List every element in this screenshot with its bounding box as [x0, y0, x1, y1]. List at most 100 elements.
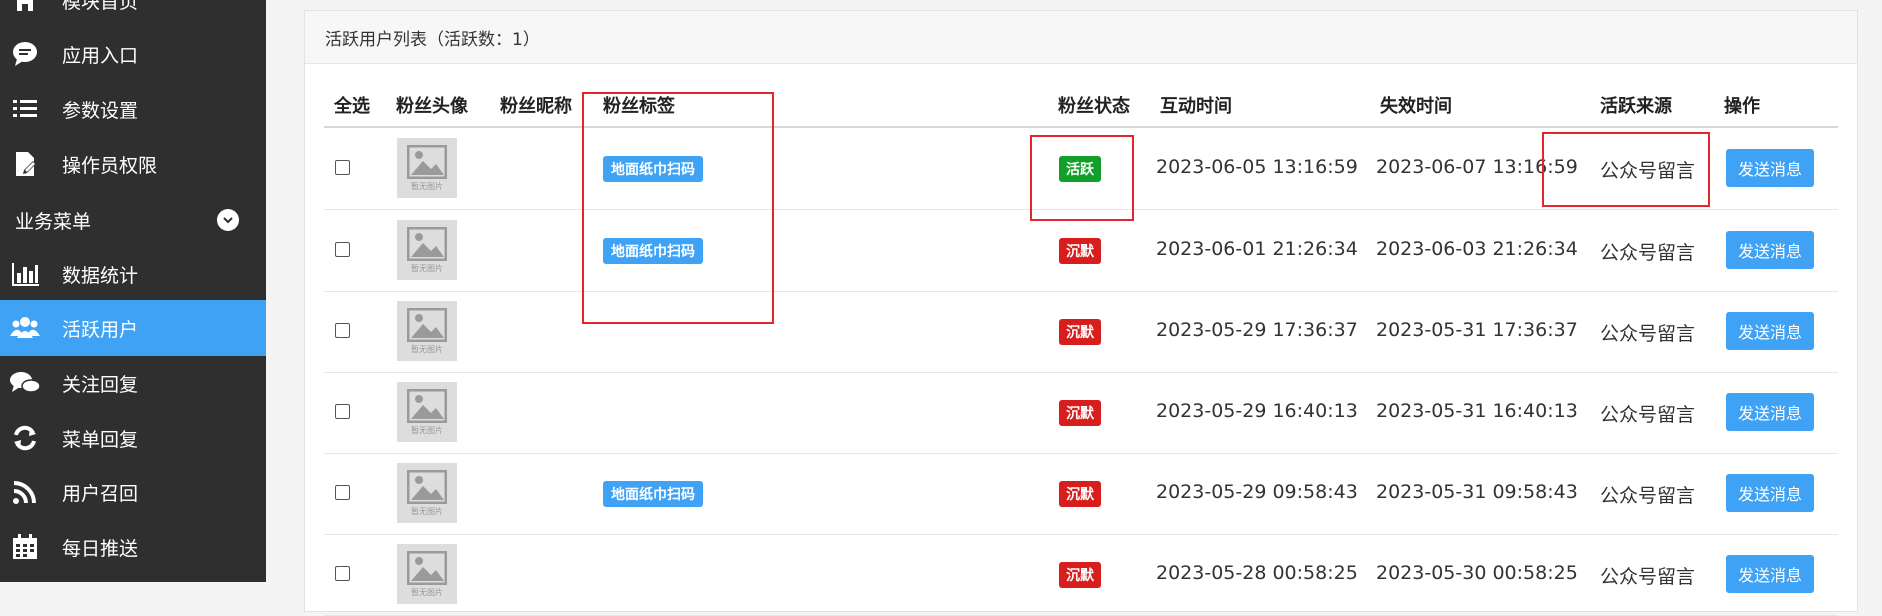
send-message-button[interactable]: 发送消息 [1726, 312, 1814, 350]
list-icon [8, 92, 42, 126]
avatar-header: 粉丝头像 [396, 96, 468, 117]
panel-title: 活跃用户列表（活跃数：1） [305, 11, 1857, 64]
sidebar: 模块首页 应用入口 参数设置 操作员权限 业务菜单 数据统计 活跃用户 关注回复… [0, 0, 266, 582]
avatar: 暂无图片 [397, 301, 457, 361]
expire-time: 2023-05-31 17:36:37 [1376, 319, 1578, 341]
sidebar-item-label: 每日推送 [62, 537, 139, 560]
image-placeholder-icon [407, 226, 447, 261]
sidebar-item-label: 应用入口 [62, 44, 139, 67]
send-message-button[interactable]: 发送消息 [1726, 231, 1814, 269]
send-message-button[interactable]: 发送消息 [1726, 474, 1814, 512]
send-message-button[interactable]: 发送消息 [1726, 555, 1814, 593]
sidebar-item-label: 菜单回复 [62, 428, 139, 451]
refresh-icon [8, 421, 42, 455]
image-placeholder-icon [407, 307, 447, 342]
interact-time: 2023-05-29 17:36:37 [1156, 319, 1358, 341]
expire-time: 2023-05-30 00:58:25 [1376, 562, 1578, 584]
send-message-button[interactable]: 发送消息 [1726, 393, 1814, 431]
sidebar-item-menu-reply[interactable]: 菜单回复 [0, 410, 266, 466]
status-badge: 沉默 [1059, 238, 1101, 264]
row-checkbox[interactable] [335, 323, 350, 338]
row-checkbox[interactable] [335, 404, 350, 419]
avatar-caption: 暂无图片 [411, 587, 443, 597]
table-row: 暂无图片 地面纸巾扫码 沉默 2023-06-01 21:26:34 2023-… [324, 210, 1838, 292]
sidebar-item-label: 用户召回 [62, 482, 139, 505]
send-message-button[interactable]: 发送消息 [1726, 149, 1814, 187]
interact-time: 2023-05-29 16:40:13 [1156, 400, 1358, 422]
chat-bubble-icon [8, 37, 42, 71]
sidebar-item-active-users[interactable]: 活跃用户 [0, 300, 266, 356]
avatar-caption: 暂无图片 [411, 263, 443, 273]
nickname-header: 粉丝昵称 [500, 96, 572, 117]
interact-time: 2023-05-29 09:58:43 [1156, 481, 1358, 503]
active-source: 公众号留言 [1600, 566, 1696, 588]
sidebar-item-user-recall[interactable]: 用户召回 [0, 464, 266, 520]
row-checkbox[interactable] [335, 485, 350, 500]
status-badge: 沉默 [1059, 562, 1101, 588]
bar-chart-icon [8, 257, 42, 291]
active-source: 公众号留言 [1600, 242, 1696, 264]
interact-time-header: 互动时间 [1160, 96, 1232, 117]
annotation-box-source [1542, 132, 1710, 207]
action-header: 操作 [1724, 96, 1760, 117]
annotation-box-status [1030, 135, 1134, 221]
section-label: 业务菜单 [15, 210, 92, 233]
sidebar-item-data-statistics[interactable]: 数据统计 [0, 246, 266, 302]
avatar: 暂无图片 [397, 382, 457, 442]
sidebar-item-daily-push[interactable]: 每日推送 [0, 519, 266, 575]
table-row: 暂无图片 地面纸巾扫码 沉默 2023-05-29 09:58:43 2023-… [324, 453, 1838, 535]
row-checkbox[interactable] [335, 160, 350, 175]
avatar-caption: 暂无图片 [411, 344, 443, 354]
avatar: 暂无图片 [397, 463, 457, 523]
section-business-menu[interactable]: 业务菜单 [0, 192, 266, 248]
row-checkbox[interactable] [335, 566, 350, 581]
table-row: 暂无图片 沉默 2023-05-28 00:58:25 2023-05-30 0… [324, 534, 1838, 616]
table-row: 暂无图片 沉默 2023-05-29 17:36:37 2023-05-31 1… [324, 291, 1838, 373]
sidebar-item-operator-permissions[interactable]: 操作员权限 [0, 136, 266, 192]
home-icon [8, 0, 42, 17]
expire-time: 2023-06-03 21:26:34 [1376, 238, 1578, 260]
avatar: 暂无图片 [397, 544, 457, 604]
interact-time: 2023-05-28 00:58:25 [1156, 562, 1358, 584]
avatar: 暂无图片 [397, 220, 457, 280]
fan-tag: 地面纸巾扫码 [603, 481, 703, 507]
expire-time-header: 失效时间 [1380, 96, 1452, 117]
sidebar-item-label: 模块首页 [62, 0, 139, 13]
sidebar-item-label: 参数设置 [62, 99, 139, 122]
rss-icon [8, 475, 42, 509]
chevron-down-icon[interactable] [217, 209, 239, 231]
sidebar-item-label: 操作员权限 [62, 154, 158, 177]
interact-time: 2023-06-01 21:26:34 [1156, 238, 1358, 260]
active-source: 公众号留言 [1600, 485, 1696, 507]
sidebar-item-label: 关注回复 [62, 373, 139, 396]
sidebar-item-follow-reply[interactable]: 关注回复 [0, 355, 266, 411]
status-badge: 沉默 [1059, 481, 1101, 507]
sidebar-item-label: 活跃用户 [62, 318, 139, 341]
active-source: 公众号留言 [1600, 404, 1696, 426]
users-icon [8, 311, 42, 345]
image-placeholder-icon [407, 550, 447, 585]
source-header: 活跃来源 [1600, 96, 1672, 117]
sidebar-item-settings[interactable]: 参数设置 [0, 81, 266, 137]
sidebar-item-label: 数据统计 [62, 264, 139, 287]
expire-time: 2023-05-31 16:40:13 [1376, 400, 1578, 422]
avatar-caption: 暂无图片 [411, 425, 443, 435]
interact-time: 2023-06-05 13:16:59 [1156, 156, 1358, 178]
sidebar-item-app-entry[interactable]: 应用入口 [0, 26, 266, 82]
active-source: 公众号留言 [1600, 323, 1696, 345]
expire-time: 2023-05-31 09:58:43 [1376, 481, 1578, 503]
status-badge: 沉默 [1059, 400, 1101, 426]
status-badge: 沉默 [1059, 319, 1101, 345]
avatar-caption: 暂无图片 [411, 506, 443, 516]
status-header: 粉丝状态 [1058, 96, 1130, 117]
table-row: 暂无图片 沉默 2023-05-29 16:40:13 2023-05-31 1… [324, 372, 1838, 454]
select-all-header[interactable]: 全选 [334, 92, 370, 118]
avatar: 暂无图片 [397, 138, 457, 198]
image-placeholder-icon [407, 388, 447, 423]
row-checkbox[interactable] [335, 242, 350, 257]
image-placeholder-icon [407, 469, 447, 504]
edit-document-icon [8, 147, 42, 181]
calendar-icon [8, 530, 42, 564]
sidebar-item-home[interactable]: 模块首页 [0, 0, 266, 28]
image-placeholder-icon [407, 144, 447, 179]
